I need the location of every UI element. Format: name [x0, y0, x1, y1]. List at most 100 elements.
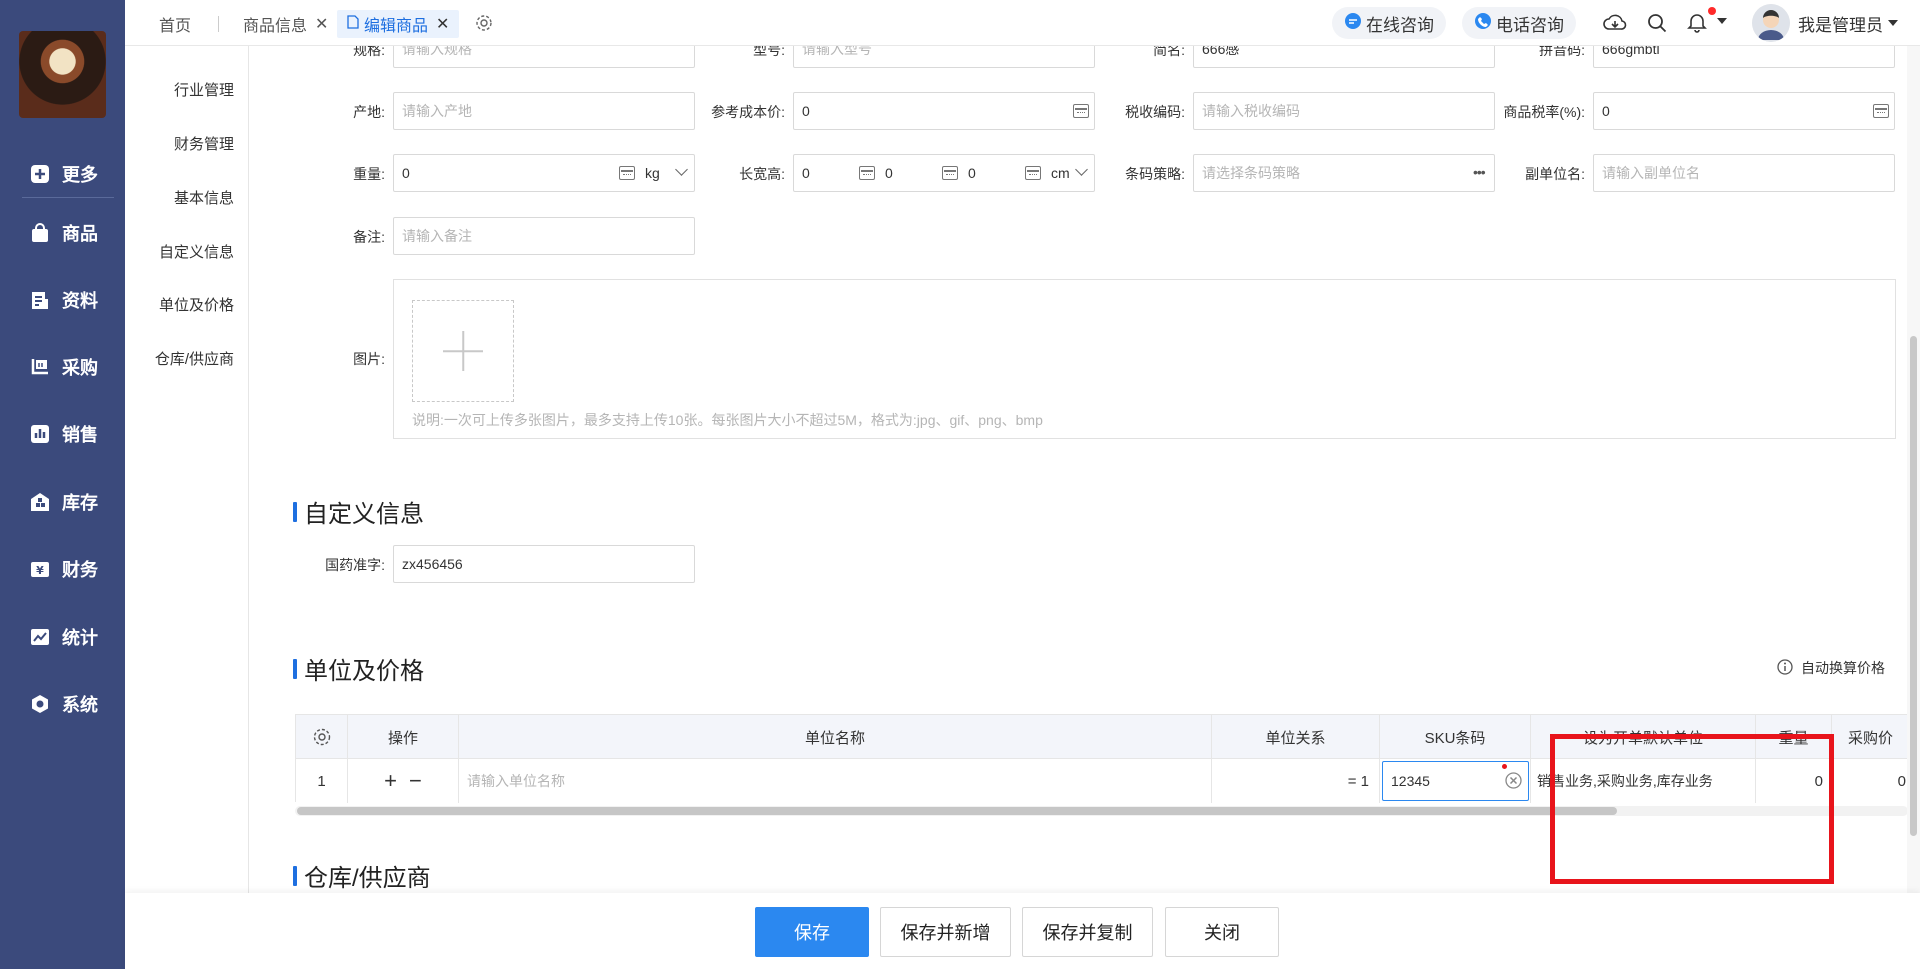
tax-code-input[interactable]: 请输入税收编码: [1193, 92, 1495, 130]
barcode-strategy-label: 条码策略:: [1125, 166, 1185, 182]
add-image-button[interactable]: [412, 300, 514, 402]
row-index: 1: [296, 759, 348, 803]
plus-square-icon: [28, 162, 52, 186]
section-title: 仓库/供应商: [304, 865, 431, 892]
clear-icon[interactable]: [1505, 772, 1522, 793]
add-row-icon[interactable]: +: [384, 768, 397, 794]
save-button[interactable]: 保存: [755, 907, 869, 957]
page-vertical-scrollbar[interactable]: [1907, 46, 1920, 893]
calculator-icon[interactable]: [1873, 104, 1889, 118]
info-icon: [1777, 658, 1793, 678]
short-name-label: 简名:: [1153, 46, 1185, 58]
model-input[interactable]: 请输入型号: [793, 46, 1095, 68]
gear-icon[interactable]: [471, 10, 497, 36]
table-settings-icon[interactable]: [296, 715, 348, 759]
tax-rate-input[interactable]: 0: [1593, 92, 1895, 130]
origin-input[interactable]: 请输入产地: [393, 92, 695, 130]
dims-unit-select[interactable]: cm: [1051, 165, 1070, 181]
nav-item-stock[interactable]: 库存: [28, 482, 118, 522]
nav-item-goods[interactable]: 商品: [28, 213, 118, 253]
nav-item-data[interactable]: 资料: [28, 280, 118, 320]
user-name[interactable]: 我是管理员: [1798, 11, 1883, 36]
warehouse-icon: [28, 490, 52, 514]
tab-goods-info[interactable]: 商品信息 ✕: [243, 10, 328, 38]
bell-icon[interactable]: [1684, 10, 1710, 36]
online-consult-label: 在线咨询: [1366, 15, 1434, 35]
calculator-icon[interactable]: [619, 166, 635, 180]
nav-item-finance[interactable]: ¥ 财务: [28, 549, 118, 589]
barcode-strategy-input[interactable]: 请选择条码策略: [1193, 154, 1495, 192]
search-icon[interactable]: [1644, 10, 1670, 36]
bag-icon: [28, 221, 52, 245]
ref-cost-input[interactable]: 0: [793, 92, 1095, 130]
anchor-unit-price[interactable]: 单位及价格: [159, 294, 234, 315]
height-input[interactable]: 0: [968, 165, 976, 181]
tab-label: 首页: [159, 18, 192, 35]
spec-label: 规格:: [353, 46, 385, 58]
user-avatar[interactable]: [1752, 4, 1790, 42]
calculator-icon[interactable]: [859, 166, 875, 180]
calculator-icon[interactable]: [942, 166, 958, 180]
approval-input[interactable]: zx456456: [393, 545, 695, 583]
tab-edit-goods[interactable]: 编辑商品 ✕: [337, 10, 460, 38]
cloud-download-icon[interactable]: [1602, 10, 1628, 36]
save-and-new-button[interactable]: 保存并新增: [880, 907, 1011, 957]
weight-label: 重量:: [353, 166, 385, 182]
section-unit-price: 单位及价格: [293, 651, 424, 686]
online-consult-button[interactable]: 在线咨询: [1332, 7, 1446, 39]
anchor-custom-info[interactable]: 自定义信息: [159, 241, 234, 262]
chat-icon: [1344, 12, 1362, 35]
nav-label: 统计: [62, 628, 98, 648]
nav-item-purchase[interactable]: 采购: [28, 347, 118, 387]
width-input[interactable]: 0: [885, 165, 893, 181]
length-input[interactable]: 0: [802, 165, 810, 181]
anchor-warehouse[interactable]: 仓库/供应商: [155, 348, 234, 369]
scrollbar-thumb[interactable]: [1910, 336, 1917, 836]
pinyin-input[interactable]: 666gmbtl: [1593, 46, 1895, 68]
scrollbar-thumb[interactable]: [297, 807, 1617, 815]
tab-home[interactable]: 首页: [159, 10, 191, 38]
close-icon[interactable]: ✕: [436, 14, 449, 34]
close-icon[interactable]: ✕: [315, 14, 328, 34]
cart-icon: [28, 355, 52, 379]
value: 666gmbtl: [1602, 46, 1660, 57]
placeholder: 请输入税收编码: [1202, 103, 1300, 119]
th-unit-relation: 单位关系: [1212, 715, 1380, 759]
phone-consult-button[interactable]: 电话咨询: [1462, 7, 1576, 39]
nav-label: 销售: [62, 425, 98, 445]
value: 0: [802, 103, 810, 119]
anchor-basic-info[interactable]: 基本信息: [174, 187, 234, 208]
nav-label: 资料: [62, 291, 98, 311]
sub-unit-input[interactable]: 请输入副单位名: [1593, 154, 1895, 192]
nav-item-system[interactable]: 系统: [28, 684, 118, 724]
phone-consult-label: 电话咨询: [1496, 15, 1564, 35]
nav-item-sales[interactable]: 销售: [28, 414, 118, 454]
unit-relation-value[interactable]: = 1: [1212, 759, 1380, 803]
more-icon[interactable]: •••: [1473, 164, 1486, 180]
anchor-industry[interactable]: 行业管理: [174, 79, 234, 100]
short-name-input[interactable]: 666感: [1193, 46, 1495, 68]
auto-price-toggle[interactable]: 自动换算价格: [1777, 658, 1885, 678]
app-avatar[interactable]: [19, 31, 106, 118]
remark-label: 备注:: [353, 229, 385, 245]
remark-input[interactable]: 请输入备注: [393, 217, 695, 255]
section-marker: [293, 865, 297, 886]
th-unit-name: 单位名称: [459, 715, 1212, 759]
save-and-copy-button[interactable]: 保存并复制: [1022, 907, 1153, 957]
nav-item-more[interactable]: 更多: [28, 154, 118, 194]
purchase-price-value[interactable]: 0: [1832, 759, 1907, 803]
anchor-finance[interactable]: 财务管理: [174, 133, 234, 154]
placeholder: 请输入副单位名: [1602, 165, 1700, 181]
chevron-down-icon[interactable]: [1888, 20, 1898, 26]
placeholder: 请输入产地: [402, 103, 472, 119]
nav-item-stats[interactable]: 统计: [28, 617, 118, 657]
chevron-down-icon[interactable]: [1717, 18, 1727, 24]
section-marker: [293, 501, 297, 522]
spec-input[interactable]: 请输入规格: [393, 46, 695, 68]
calculator-icon[interactable]: [1025, 166, 1041, 180]
calculator-icon[interactable]: [1073, 104, 1089, 118]
weight-unit-select[interactable]: kg: [645, 165, 660, 181]
close-button[interactable]: 关闭: [1165, 907, 1279, 957]
remove-row-icon[interactable]: −: [409, 768, 422, 794]
unit-name-input[interactable]: 请输入单位名称: [459, 759, 1212, 803]
